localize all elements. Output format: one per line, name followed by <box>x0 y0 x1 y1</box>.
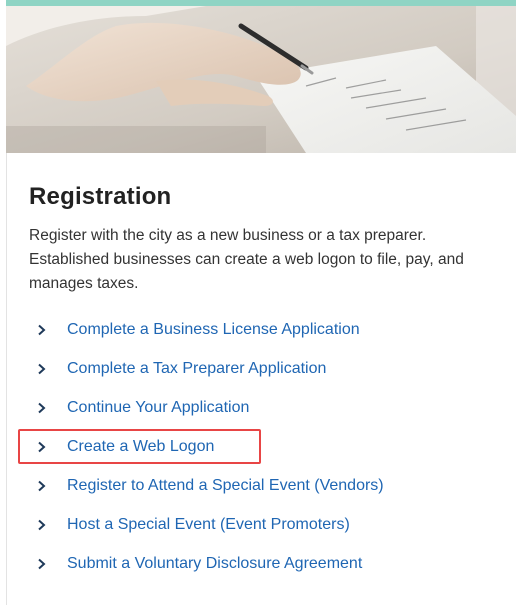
special-event-vendors-link[interactable]: Register to Attend a Special Event (Vend… <box>67 475 384 497</box>
registration-card: Registration Register with the city as a… <box>0 0 516 605</box>
list-item: Continue Your Application <box>29 388 507 427</box>
list-item: Create a Web Logon <box>18 427 507 466</box>
list-item: Complete a Tax Preparer Application <box>29 349 507 388</box>
chevron-right-icon <box>29 363 67 375</box>
hero-image <box>6 6 516 153</box>
card-title: Registration <box>29 183 172 210</box>
continue-application-link[interactable]: Continue Your Application <box>67 397 249 419</box>
highlight-box <box>18 429 261 464</box>
host-special-event-link[interactable]: Host a Special Event (Event Promoters) <box>67 514 350 536</box>
list-item: Complete a Business License Application <box>29 310 507 349</box>
chevron-right-icon <box>29 519 67 531</box>
registration-links-list: Complete a Business License Application … <box>18 310 507 583</box>
list-item: Register to Attend a Special Event (Vend… <box>29 466 507 505</box>
chevron-right-icon <box>29 402 67 414</box>
voluntary-disclosure-agreement-link[interactable]: Submit a Voluntary Disclosure Agreement <box>67 553 362 575</box>
chevron-right-icon <box>29 558 67 570</box>
card-left-border <box>6 153 7 605</box>
business-license-application-link[interactable]: Complete a Business License Application <box>67 319 360 341</box>
chevron-right-icon <box>29 324 67 336</box>
card-description: Register with the city as a new business… <box>29 227 464 292</box>
chevron-right-icon <box>29 480 67 492</box>
card-content: Registration Register with the city as a… <box>18 182 507 583</box>
list-item: Host a Special Event (Event Promoters) <box>29 505 507 544</box>
tax-preparer-application-link[interactable]: Complete a Tax Preparer Application <box>67 358 326 380</box>
list-item: Submit a Voluntary Disclosure Agreement <box>29 544 507 583</box>
hand-signing-document-illustration <box>6 6 516 153</box>
